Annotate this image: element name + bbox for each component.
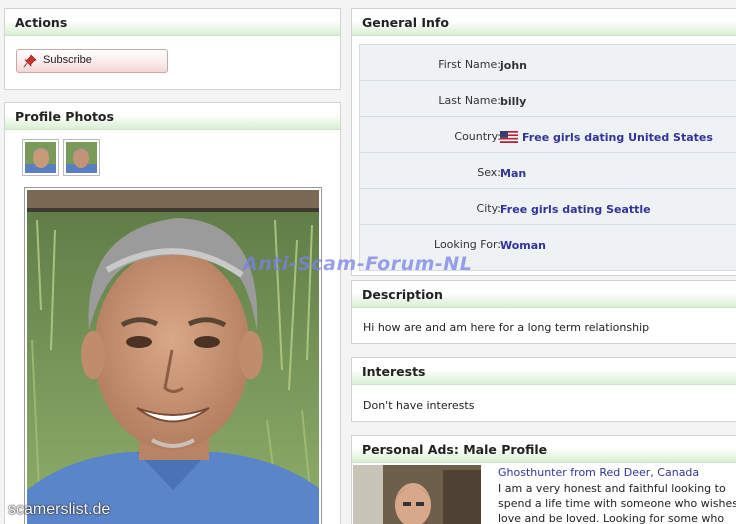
photo-thumbnail-2[interactable] xyxy=(63,139,100,176)
sex-link[interactable]: Man xyxy=(500,167,526,180)
info-label: Sex: xyxy=(477,166,501,179)
info-value: billy xyxy=(500,95,527,108)
subscribe-button[interactable]: Subscribe xyxy=(16,49,168,73)
ad-text-line: I am a very honest and faithful looking … xyxy=(498,482,726,495)
main-profile-photo[interactable] xyxy=(24,187,322,524)
interests-text: Don't have interests xyxy=(363,399,475,412)
pushpin-icon xyxy=(23,54,37,68)
country-value: Free girls dating United States xyxy=(522,131,713,144)
info-row-sex: Sex: Man xyxy=(360,153,736,189)
actions-title: Actions xyxy=(5,9,340,36)
info-row-city: City: Free girls dating Seattle xyxy=(360,189,736,225)
personal-ads-panel: Personal Ads: Male Profile Ghosthunter f… xyxy=(351,435,736,524)
country-link[interactable]: Free girls dating United States xyxy=(500,131,713,144)
info-label: City: xyxy=(476,202,501,215)
profile-photos-title: Profile Photos xyxy=(5,103,340,130)
general-info-table: First Name: john Last Name: billy Countr… xyxy=(359,44,736,271)
description-title: Description xyxy=(352,281,736,308)
info-label: Looking For: xyxy=(434,238,501,251)
watermark-text: Anti-Scam-Forum-NL xyxy=(243,253,473,275)
interests-panel: Interests Don't have interests xyxy=(351,357,736,422)
personal-ads-title: Personal Ads: Male Profile xyxy=(352,436,736,463)
photo-thumbnail-1[interactable] xyxy=(22,139,59,176)
description-text: Hi how are and am here for a long term r… xyxy=(363,321,650,334)
description-panel: Description Hi how are and am here for a… xyxy=(351,280,736,344)
info-row-country: Country: Free girls dating United States xyxy=(360,117,736,153)
info-value: john xyxy=(500,59,527,72)
ad-text-line: spend a life time with someone who wishe… xyxy=(498,497,736,510)
general-info-title: General Info xyxy=(352,9,736,36)
info-label: Last Name: xyxy=(438,94,501,107)
looking-for-link[interactable]: Woman xyxy=(500,239,546,252)
general-info-panel: General Info First Name: john Last Name:… xyxy=(351,8,736,276)
ad-text-line: love and be loved. Looking for some who xyxy=(498,512,725,524)
ad-photo[interactable] xyxy=(353,465,481,524)
watermark-site: scamerslist.de xyxy=(8,501,111,518)
actions-panel: Actions Subscribe xyxy=(4,8,341,90)
ad-title-link[interactable]: Ghosthunter from Red Deer, Canada xyxy=(498,466,699,479)
info-label: First Name: xyxy=(438,58,501,71)
profile-photos-panel: Profile Photos xyxy=(4,102,341,524)
city-link[interactable]: Free girls dating Seattle xyxy=(500,203,651,216)
subscribe-label: Subscribe xyxy=(43,54,92,66)
us-flag-icon xyxy=(500,131,518,143)
interests-title: Interests xyxy=(352,358,736,385)
info-row-last-name: Last Name: billy xyxy=(360,81,736,117)
info-label: Country: xyxy=(454,130,501,143)
info-row-first-name: First Name: john xyxy=(360,45,736,81)
